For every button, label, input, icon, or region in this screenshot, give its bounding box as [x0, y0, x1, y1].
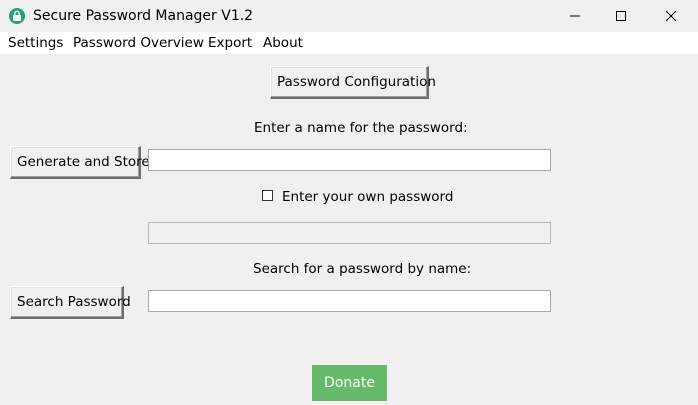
- menu-password-overview[interactable]: Password Overview: [73, 35, 204, 51]
- password-configuration-button[interactable]: Password Configuration: [270, 66, 436, 99]
- minimize-icon: [570, 15, 580, 17]
- password-name-input[interactable]: [148, 149, 551, 171]
- search-password-button[interactable]: Search Password: [10, 286, 131, 319]
- app-window: Secure Password Manager V1.2 Settings Pa…: [0, 0, 698, 405]
- close-button[interactable]: [648, 0, 694, 32]
- lock-icon: [9, 8, 25, 24]
- maximize-icon: [616, 11, 626, 21]
- window-title: Secure Password Manager V1.2: [33, 8, 254, 24]
- donate-button[interactable]: Donate: [312, 365, 387, 401]
- own-password-checkbox-label: Enter your own password: [282, 189, 454, 205]
- close-icon: [665, 10, 677, 22]
- own-password-checkbox[interactable]: [262, 190, 273, 201]
- password-name-label: Enter a name for the password:: [254, 120, 468, 136]
- generate-and-store-button[interactable]: Generate and Store: [10, 146, 150, 179]
- title-bar[interactable]: Secure Password Manager V1.2: [0, 0, 698, 32]
- menu-export[interactable]: Export: [208, 35, 252, 51]
- maximize-button[interactable]: [598, 0, 644, 32]
- menu-settings[interactable]: Settings: [8, 35, 63, 51]
- search-label: Search for a password by name:: [253, 261, 472, 277]
- search-input[interactable]: [148, 290, 551, 312]
- menu-about[interactable]: About: [263, 35, 303, 51]
- menu-bar: Settings Password Overview Export About: [0, 32, 698, 54]
- own-password-input[interactable]: [148, 222, 551, 244]
- minimize-button[interactable]: [552, 0, 598, 32]
